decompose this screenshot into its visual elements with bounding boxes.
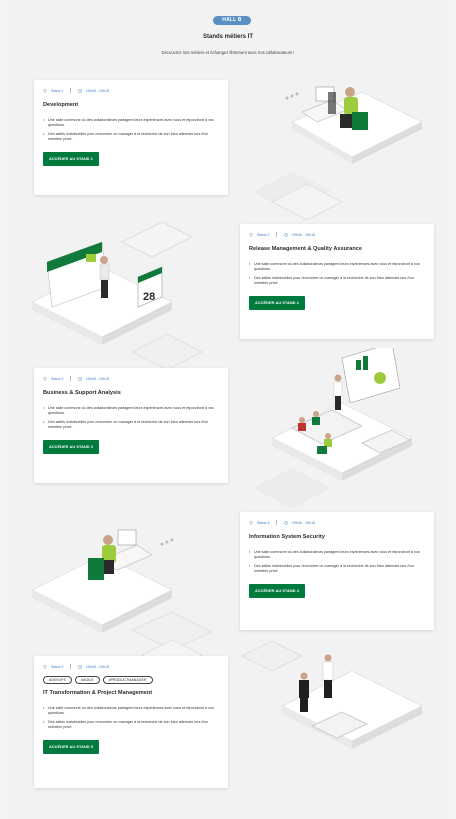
meta-divider — [70, 376, 71, 381]
clock-icon — [284, 520, 288, 525]
handshake-illustration — [240, 640, 424, 749]
stand-title: Business & Support Analysis — [43, 390, 121, 396]
location-pin-icon — [43, 88, 47, 93]
stand-number: Stand 3 — [51, 376, 64, 381]
stand-meta: Stand 1 19h45 - 20h15 — [43, 88, 219, 93]
location-pin-icon — [249, 232, 253, 237]
enter-stand-1-button[interactable]: ACCÉDER AU STAND 1 — [43, 152, 99, 166]
clock-icon — [78, 664, 82, 669]
meeting-room-illustration — [252, 348, 414, 508]
stand-bullet: Des salles individuelles pour rencontrer… — [249, 276, 425, 286]
stand-bullet: Une salle commune où des collaborateurs … — [249, 550, 425, 560]
stand-title: Development — [43, 102, 79, 108]
stand-number: Stand 5 — [51, 664, 64, 669]
tag-devops[interactable]: #DEVOPS — [43, 676, 72, 684]
enter-stand-5-button[interactable]: ACCÉDER AU STAND 5 — [43, 740, 99, 754]
stand-number: Stand 4 — [257, 520, 270, 525]
calendar-illustration: 28 — [30, 222, 204, 371]
tag-list: #DEVOPS #AGILE #PRODUCTMANAGER — [43, 676, 219, 684]
stand-card-3: Stand 3 19h45 - 20h15 Business & Support… — [34, 368, 228, 483]
stand-meta: Stand 3 19h45 - 20h15 — [43, 376, 219, 381]
stand-bullet: Une salle commune où des collaborateurs … — [43, 118, 219, 128]
stand-bullet: Des salles individuelles pour rencontrer… — [43, 720, 219, 730]
stand-bullet: Des salles individuelles pour rencontrer… — [249, 564, 425, 574]
enter-stand-3-button[interactable]: ACCÉDER AU STAND 3 — [43, 440, 99, 454]
stand-card-4: Stand 4 19h45 - 20h15 Information System… — [240, 512, 434, 630]
stand-meta: Stand 5 19h45 - 20h15 — [43, 664, 219, 669]
meta-divider — [276, 520, 277, 525]
stand-time: 19h45 - 20h15 — [291, 232, 316, 237]
meta-divider — [276, 232, 277, 237]
stand-number: Stand 2 — [257, 232, 270, 237]
stand-time: 19h45 - 20h15 — [85, 376, 110, 381]
stand-number: Stand 1 — [51, 88, 64, 93]
clock-icon — [78, 376, 82, 381]
tag-agile[interactable]: #AGILE — [74, 676, 100, 684]
meta-divider — [70, 88, 71, 93]
stand-meta: Stand 4 19h45 - 20h15 — [249, 520, 425, 525]
stand-bullet: Des salles individuelles pour rencontrer… — [43, 132, 219, 142]
clock-icon — [284, 232, 288, 237]
stand-card-2: Stand 2 19h45 - 20h15 Release Management… — [240, 224, 434, 339]
stand-title: IT Transformation & Project Management — [43, 690, 153, 696]
clock-icon — [78, 88, 82, 93]
stand-bullet: Une salle commune où des collaborateurs … — [249, 262, 425, 272]
stand-bullet: Une salle commune où des collaborateurs … — [43, 406, 219, 416]
stand-card-1: Stand 1 19h45 - 20h15 Development Une sa… — [34, 80, 228, 195]
hall-badge: HALL B — [213, 16, 251, 25]
tag-productmanager[interactable]: #PRODUCTMANAGER — [102, 676, 153, 684]
page-title: Stands métiers IT — [202, 34, 253, 40]
page-subtitle: Découvrez nos métiers et échangez librem… — [161, 50, 295, 55]
enter-stand-4-button[interactable]: ACCÉDER AU STAND 4 — [249, 584, 305, 598]
meta-divider — [70, 664, 71, 669]
stand-bullet: Une salle commune où des collaborateurs … — [43, 706, 219, 716]
stand-title: Release Management & Quality Assurance — [249, 246, 362, 252]
stand-bullet: Des salles individuelles pour rencontrer… — [43, 420, 219, 430]
calendar-day-number: 28 — [143, 291, 155, 303]
stand-meta: Stand 2 19h45 - 20h15 — [249, 232, 425, 237]
stand-time: 19h45 - 20h15 — [85, 664, 110, 669]
developer-desk-illustration-2 — [30, 529, 214, 670]
stand-card-5: Stand 5 19h45 - 20h15 #DEVOPS #AGILE #PR… — [34, 656, 228, 788]
enter-stand-2-button[interactable]: ACCÉDER AU STAND 2 — [249, 296, 305, 310]
stand-time: 19h45 - 20h15 — [85, 88, 110, 93]
location-pin-icon — [43, 376, 47, 381]
developer-desk-illustration — [252, 86, 424, 221]
location-pin-icon — [43, 664, 47, 669]
stand-title: Information System Security — [249, 534, 325, 540]
location-pin-icon — [249, 520, 253, 525]
stand-time: 19h45 - 20h15 — [291, 520, 316, 525]
